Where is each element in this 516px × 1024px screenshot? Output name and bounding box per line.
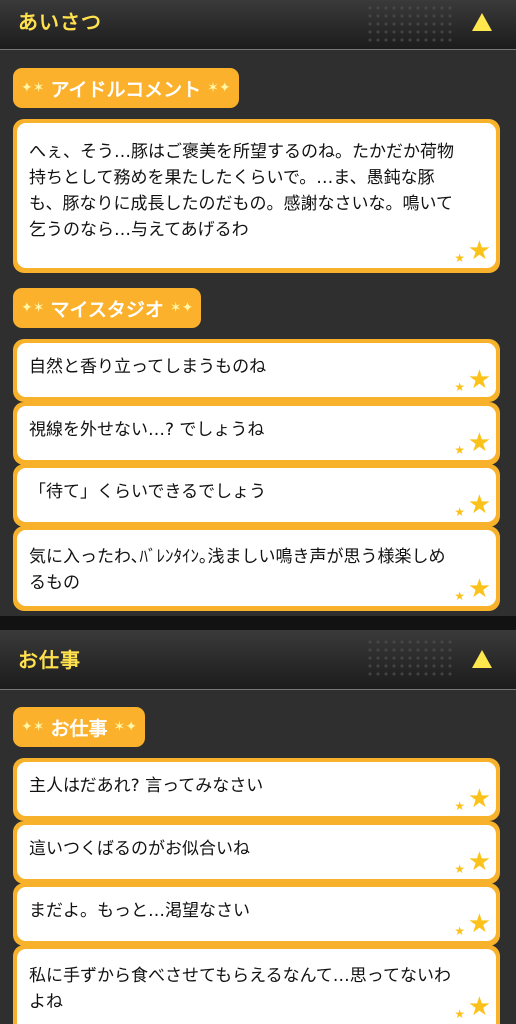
small-star-icon: ★ (454, 589, 465, 603)
work-line-card[interactable]: まだよ。もっと…渇望なさい ★ ★ (13, 883, 500, 946)
small-star-icon: ★ (454, 862, 465, 876)
star-icon: ★ (467, 236, 491, 266)
small-star-icon: ★ (454, 799, 465, 813)
small-star-icon: ★ (454, 380, 465, 394)
small-star-icon: ★ (454, 1007, 465, 1021)
studio-line-card[interactable]: 「待て」くらいできるでしょう ★ ★ (13, 464, 500, 527)
header-pattern (366, 4, 456, 44)
sparkle-icon: ✦✶ (21, 719, 45, 735)
studio-line-card[interactable]: 自然と香り立ってしまうものね ★ ★ (13, 339, 500, 402)
collapse-triangle-icon[interactable] (472, 13, 492, 31)
my-studio-label: ✦✶ マイスタジオ ✶✦ (13, 288, 202, 328)
studio-line-card[interactable]: 気に入ったわ､ﾊﾞﾚﾝﾀｲﾝ｡浅ましい鳴き声が思う様楽しめるもの ★ ★ (13, 526, 500, 611)
star-icon: ★ (467, 365, 491, 395)
work-line-text: まだよ。もっと…渇望なさい (29, 901, 250, 921)
star-icon: ★ (467, 574, 491, 604)
studio-line-text: 「待て」くらいできるでしょう (29, 482, 267, 502)
sparkle-icon: ✦✶ (21, 300, 45, 316)
section-title: お仕事 (18, 648, 81, 672)
small-star-icon: ★ (454, 443, 465, 457)
star-icon: ★ (467, 784, 491, 814)
work-line-card[interactable]: 主人はだあれ? 言ってみなさい ★ ★ (13, 758, 500, 821)
section-divider (0, 616, 516, 630)
studio-line-card[interactable]: 視線を外せない…? でしょうね ★ ★ (13, 402, 500, 465)
idol-comment-label: ✦✶ アイドルコメント ✶✦ (13, 68, 239, 108)
work-line-text: 主人はだあれ? 言ってみなさい (29, 776, 264, 796)
small-star-icon: ★ (454, 505, 465, 519)
studio-line-text: 自然と香り立ってしまうものね (29, 357, 267, 377)
star-icon: ★ (467, 490, 491, 520)
studio-line-text: 気に入ったわ､ﾊﾞﾚﾝﾀｲﾝ｡浅ましい鳴き声が思う様楽しめるもの (29, 547, 446, 593)
star-icon: ★ (467, 992, 491, 1022)
work-label: ✦✶ お仕事 ✶✦ (13, 707, 145, 747)
comment-card[interactable]: へぇ、そう…豚はご褒美を所望するのね。たかだか荷物持ちとして務めを果たしたくらい… (13, 119, 500, 273)
sparkle-icon: ✶✦ (169, 300, 194, 316)
work-line-text: 這いつくばるのがお似合いね (29, 839, 250, 859)
work-header[interactable]: お仕事 (0, 630, 516, 690)
collapse-triangle-icon[interactable] (472, 650, 492, 668)
sparkle-icon: ✶✦ (113, 719, 137, 735)
work-line-card[interactable]: 這いつくばるのがお似合いね ★ ★ (13, 821, 500, 884)
star-icon: ★ (467, 847, 491, 877)
studio-line-text: 視線を外せない…? でしょうね (29, 420, 265, 440)
star-icon: ★ (467, 428, 491, 458)
work-line-card[interactable]: 私に手ずから食べさせてもらえるなんて…思ってないわよね ★ ★ (13, 945, 500, 1024)
small-star-icon: ★ (454, 924, 465, 938)
header-pattern (366, 638, 456, 678)
section-title: あいさつ (18, 10, 102, 34)
sparkle-icon: ✶✦ (207, 80, 231, 96)
star-icon: ★ (467, 909, 491, 939)
work-line-text: 私に手ずから食べさせてもらえるなんて…思ってないわよね (29, 966, 451, 1012)
small-star-icon: ★ (454, 251, 465, 265)
greetings-header[interactable]: あいさつ (0, 0, 516, 50)
sparkle-icon: ✦✶ (21, 80, 45, 96)
comment-text: へぇ、そう…豚はご褒美を所望するのね。たかだか荷物持ちとして務めを果たしたくらい… (29, 142, 454, 240)
